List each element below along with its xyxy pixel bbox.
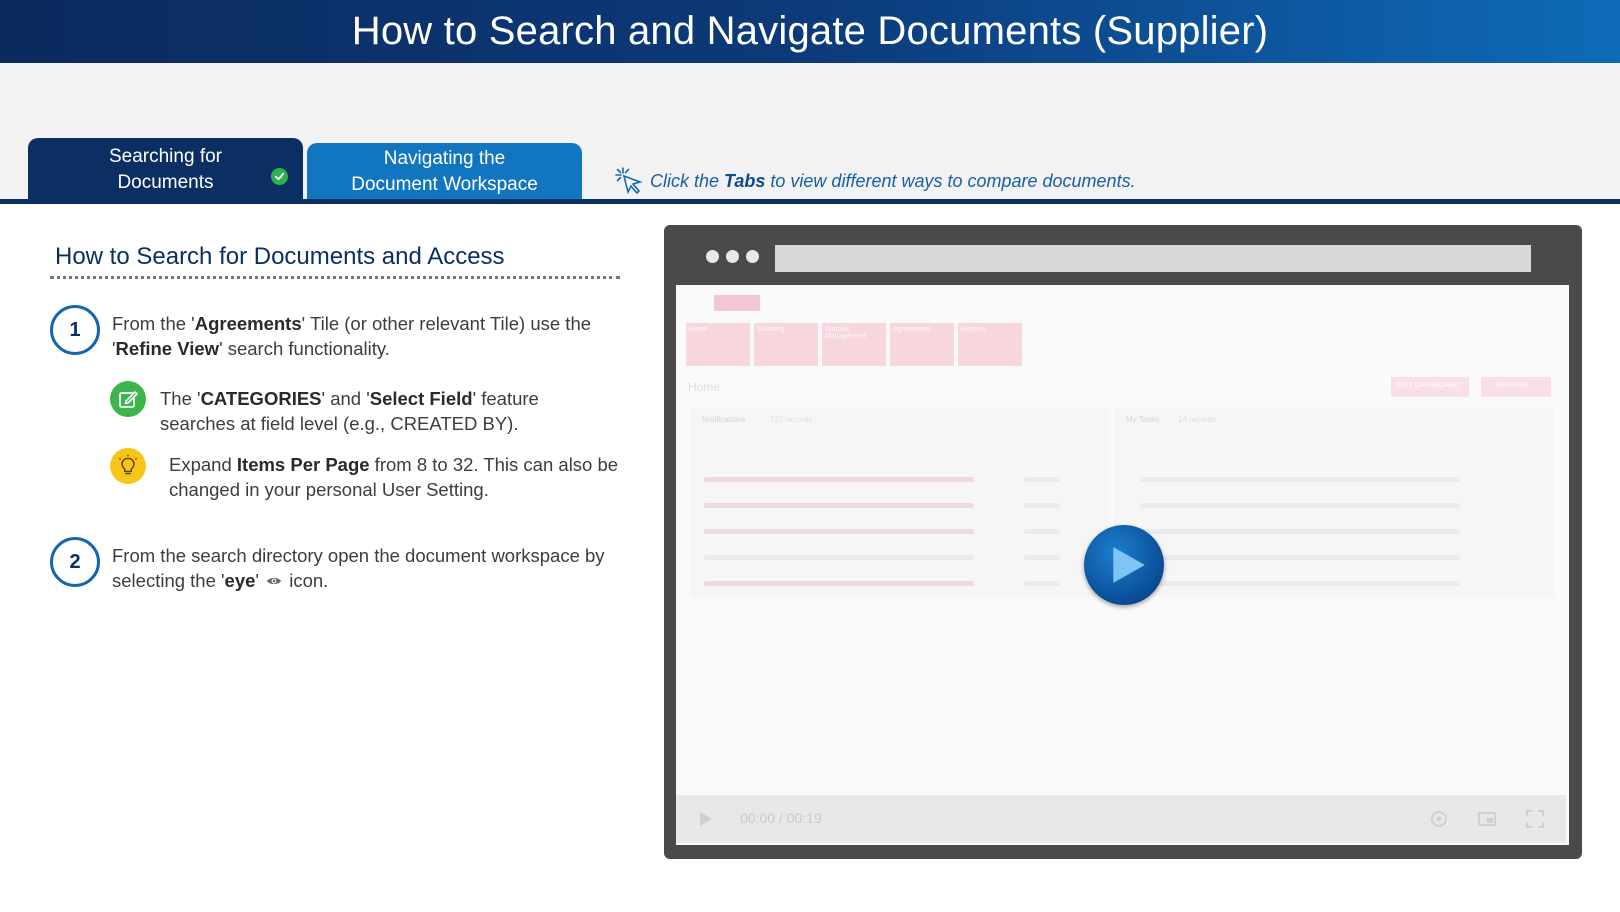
hint-text-bold: Tabs xyxy=(724,170,766,191)
settings-icon[interactable] xyxy=(1428,808,1450,830)
tab-underline xyxy=(0,199,1620,204)
video-time: 00:00 / 00:19 xyxy=(740,810,822,826)
app-tile: Agreements xyxy=(890,323,954,366)
tab-label-line1: Navigating the xyxy=(383,148,506,169)
app-cell xyxy=(1140,555,1460,560)
tab-label-line2: Documents xyxy=(117,171,214,193)
picture-in-picture-icon[interactable] xyxy=(1476,808,1498,830)
app-cell xyxy=(1024,503,1060,508)
play-video-button[interactable] xyxy=(1084,525,1164,605)
page-title: How to Search and Navigate Documents (Su… xyxy=(351,9,1269,53)
app-tile: Supplier Management xyxy=(822,323,886,366)
section-title: How to Search for Documents and Access xyxy=(55,243,505,270)
click-cursor-icon xyxy=(615,167,643,195)
window-dots xyxy=(706,250,759,263)
app-cell xyxy=(1140,581,1460,586)
checkmark-icon xyxy=(271,168,288,185)
play-icon[interactable] xyxy=(694,808,716,830)
app-tile: Home xyxy=(686,323,750,366)
tab-label-line1: Searching for xyxy=(108,145,222,167)
app-row xyxy=(704,581,974,586)
app-cell xyxy=(1140,477,1460,482)
tasks-card: My Tasks 14 records xyxy=(1114,407,1554,597)
edit-icon xyxy=(110,381,146,417)
app-tile: Sourcing xyxy=(754,323,818,366)
lightbulb-icon xyxy=(110,448,146,484)
app-cell xyxy=(1024,555,1060,560)
hint-text-post: to view different ways to compare docume… xyxy=(770,170,1136,191)
step-number-2: 2 xyxy=(50,537,100,587)
play-icon xyxy=(1113,547,1145,583)
app-cell xyxy=(1140,503,1460,508)
section-divider xyxy=(50,276,620,279)
app-row xyxy=(704,477,974,482)
items-per-page-note: Expand Items Per Page from 8 to 32. This… xyxy=(169,454,619,500)
app-logo xyxy=(714,295,760,311)
tabs-hint: Click the Tabs to view different ways to… xyxy=(614,166,1136,196)
title-bar: How to Search and Navigate Documents (Su… xyxy=(0,0,1620,63)
step-number-1: 1 xyxy=(50,305,100,355)
app-breadcrumb: Home xyxy=(688,380,721,394)
app-row xyxy=(704,529,974,534)
app-cell xyxy=(1024,529,1060,534)
step-1-text: From the 'Agreements' Tile (or other rel… xyxy=(112,313,592,359)
tab-searching-for-documents[interactable]: Searching for Documents xyxy=(28,138,303,201)
address-bar xyxy=(775,245,1531,272)
refresh-button: REFRESH xyxy=(1481,377,1551,397)
tab-navigating-document-workspace[interactable]: Navigating the Document Workspace xyxy=(307,143,582,201)
tab-label-line2: Document Workspace xyxy=(351,174,538,195)
notifications-card: Notifications 722 records xyxy=(690,407,1108,597)
categories-note: The 'CATEGORIES' and 'Select Field' feat… xyxy=(160,388,539,434)
app-cell xyxy=(1024,477,1060,482)
edit-dashboard-button: EDIT DASHBOARD xyxy=(1391,377,1469,397)
app-cell xyxy=(1024,581,1060,586)
eye-icon xyxy=(267,578,282,584)
hint-text-pre: Click the xyxy=(650,170,720,191)
app-row xyxy=(704,503,974,508)
step-2-text: From the search directory open the docum… xyxy=(112,545,605,591)
app-tile: Reports xyxy=(958,323,1022,366)
app-row xyxy=(704,555,974,560)
fullscreen-icon[interactable] xyxy=(1524,808,1546,830)
app-cell xyxy=(1140,529,1460,534)
